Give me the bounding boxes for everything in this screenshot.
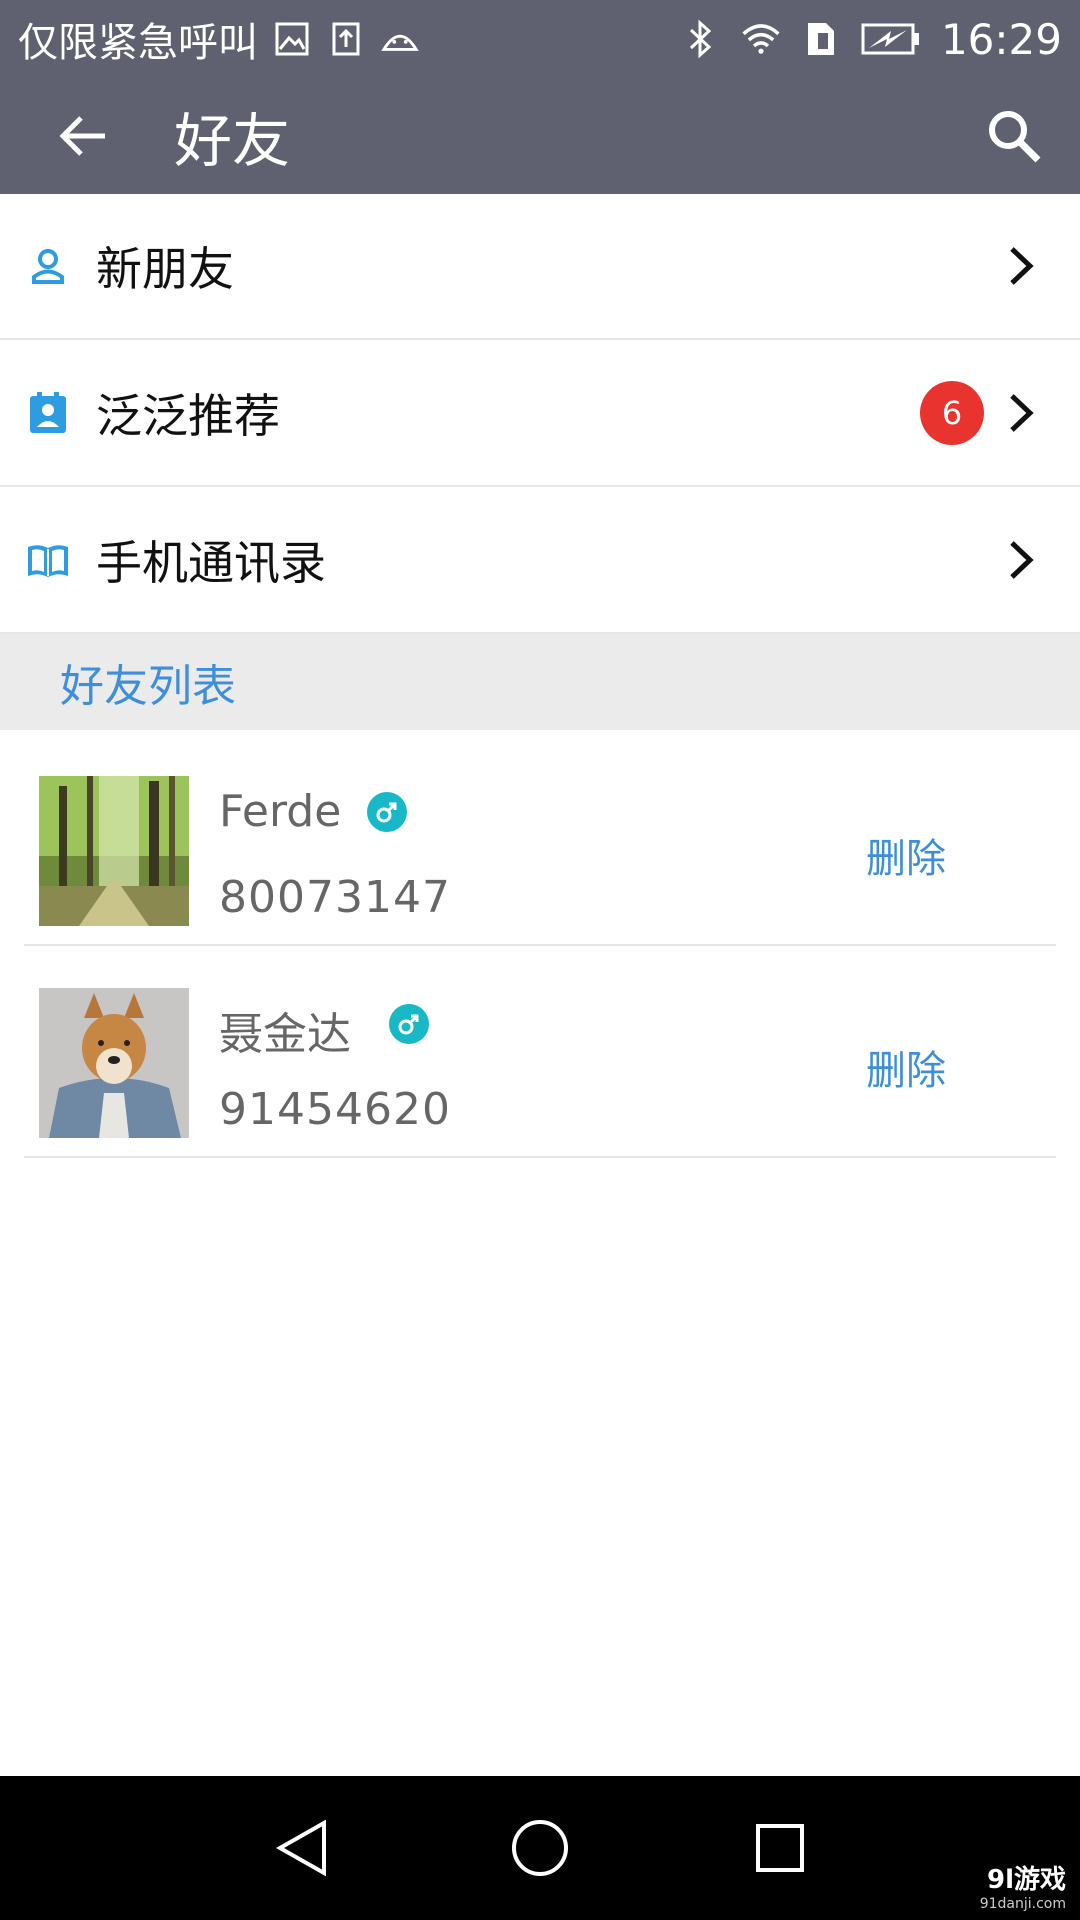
menu-item-phone-contacts[interactable]: 手机通讯录 — [0, 488, 1080, 634]
avatar[interactable] — [39, 988, 189, 1138]
person-icon — [20, 238, 76, 294]
gallery-icon — [272, 19, 312, 59]
section-title: 好友列表 — [60, 661, 236, 712]
circle-home-icon — [512, 1820, 568, 1876]
page-title: 好友 — [174, 107, 291, 175]
upload-icon — [326, 19, 366, 59]
watermark-main: 9l游戏 — [986, 1865, 1066, 1895]
carrier-text: 仅限紧急呼叫 — [18, 20, 258, 66]
chevron-right-icon — [1010, 394, 1034, 432]
menu-label: 新朋友 — [96, 242, 234, 296]
friend-name: Ferde — [219, 786, 342, 837]
nav-recents-button[interactable] — [748, 1816, 812, 1880]
friend-id: 80073147 — [219, 872, 451, 923]
watermark-sub: 91danji.com — [979, 1896, 1066, 1912]
status-left: 仅限紧急呼叫 — [18, 10, 420, 68]
arrow-left-icon — [59, 116, 105, 156]
app-bar: 好友 — [0, 78, 1080, 194]
menu-label: 手机通讯录 — [96, 536, 326, 590]
chevron-right-icon — [1010, 247, 1034, 285]
friend-row[interactable]: 聂金达 91454620 删除 — [24, 946, 1056, 1158]
nav-home-button[interactable] — [508, 1816, 572, 1880]
friend-name: 聂金达 — [219, 1009, 351, 1060]
book-icon — [20, 532, 76, 588]
status-right: 16:29 — [681, 15, 1062, 64]
bluetooth-icon — [681, 19, 721, 59]
system-nav-bar: 9l游戏 91danji.com — [0, 1776, 1080, 1920]
back-button[interactable] — [28, 78, 138, 194]
android-icon — [380, 19, 420, 59]
wifi-icon — [741, 19, 781, 59]
status-bar: 仅限紧急呼叫 16:29 — [0, 0, 1080, 78]
search-icon — [989, 111, 1041, 163]
menu-label: 泛泛推荐 — [96, 389, 280, 443]
male-icon — [389, 1004, 429, 1044]
contact-card-icon — [20, 385, 76, 441]
clock: 16:29 — [940, 14, 1062, 64]
delete-button[interactable]: 删除 — [866, 826, 946, 884]
sim-icon — [801, 19, 841, 59]
chevron-right-icon — [1010, 541, 1034, 579]
male-icon — [367, 792, 407, 832]
search-button[interactable] — [978, 100, 1050, 172]
menu-item-new-friends[interactable]: 新朋友 — [0, 194, 1080, 340]
notification-badge: 6 — [920, 381, 984, 445]
watermark: 9l游戏 91danji.com — [980, 1859, 1066, 1912]
friend-list-header: 好友列表 — [0, 634, 1080, 730]
friend-id: 91454620 — [219, 1084, 451, 1135]
nav-back-button[interactable] — [270, 1816, 334, 1880]
friend-row[interactable]: Ferde 80073147 删除 — [24, 734, 1056, 946]
avatar[interactable] — [39, 776, 189, 926]
delete-button[interactable]: 删除 — [866, 1038, 946, 1096]
square-recents-icon — [756, 1824, 804, 1872]
triangle-back-icon — [275, 1819, 326, 1877]
menu-item-recommend[interactable]: 泛泛推荐 6 — [0, 341, 1080, 487]
battery-charging-icon — [861, 19, 921, 59]
